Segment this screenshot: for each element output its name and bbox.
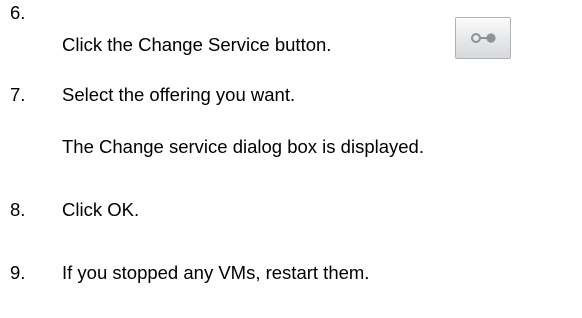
step-text: Click OK. <box>62 199 140 220</box>
step-7: 7. Select the offering you want. <box>0 84 582 110</box>
step-number: 9. <box>10 262 26 283</box>
step-text: If you stopped any VMs, restart them. <box>62 262 370 283</box>
step-result-text: The Change service dialog box is display… <box>62 136 424 157</box>
step-number: 6. <box>10 2 26 23</box>
step-number: 7. <box>10 84 26 105</box>
step-8: 8. Click OK. <box>0 199 582 225</box>
step-text: Click the Change Service button. <box>62 34 332 55</box>
step-9: 9. If you stopped any VMs, restart them. <box>0 262 582 288</box>
step-text: Select the offering you want. <box>62 84 296 105</box>
change-service-icon <box>471 33 496 43</box>
change-service-button[interactable] <box>455 17 511 59</box>
step-number: 8. <box>10 199 26 220</box>
step-7-result: The Change service dialog box is display… <box>0 136 582 162</box>
